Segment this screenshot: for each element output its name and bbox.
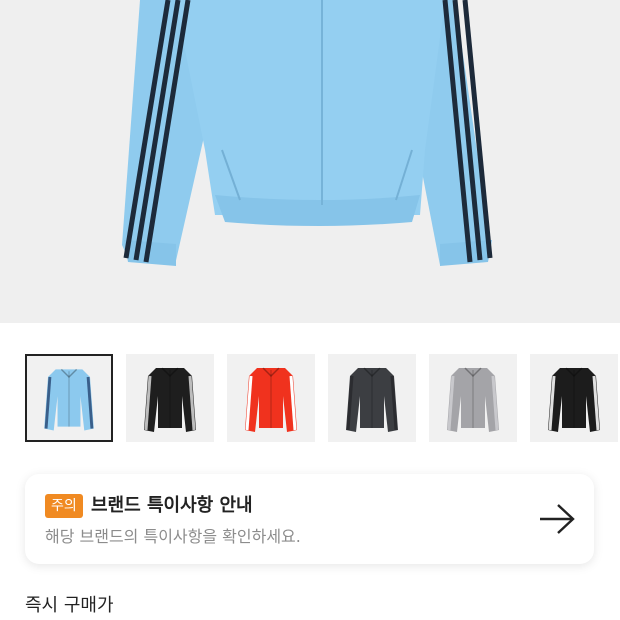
thumbnail-black-white[interactable] bbox=[530, 354, 618, 442]
thumbnail-red[interactable] bbox=[227, 354, 315, 442]
jacket-main-image bbox=[122, 0, 493, 266]
jacket-icon bbox=[44, 368, 94, 431]
thumbnail-strip bbox=[25, 354, 620, 444]
product-main-image[interactable] bbox=[0, 0, 620, 323]
jacket-icon bbox=[447, 367, 499, 432]
jacket-icon bbox=[346, 367, 398, 432]
caution-badge: 주의 bbox=[45, 494, 83, 518]
jacket-icon bbox=[548, 367, 600, 432]
thumbnail-sky-blue[interactable] bbox=[25, 354, 113, 442]
instant-buy-price-label: 즉시 구매가 bbox=[25, 595, 114, 616]
thumbnail-charcoal[interactable] bbox=[328, 354, 416, 442]
notice-description: 해당 브랜드의 특이사항을 확인하세요. bbox=[45, 527, 301, 546]
thumbnail-black[interactable] bbox=[126, 354, 214, 442]
arrow-right-icon[interactable] bbox=[538, 502, 576, 536]
jacket-icon bbox=[245, 367, 297, 432]
thumbnail-gray[interactable] bbox=[429, 354, 517, 442]
brand-notice-card[interactable]: 주의 브랜드 특이사항 안내 해당 브랜드의 특이사항을 확인하세요. bbox=[25, 474, 594, 564]
notice-title: 브랜드 특이사항 안내 bbox=[91, 495, 253, 516]
jacket-icon bbox=[144, 367, 196, 432]
